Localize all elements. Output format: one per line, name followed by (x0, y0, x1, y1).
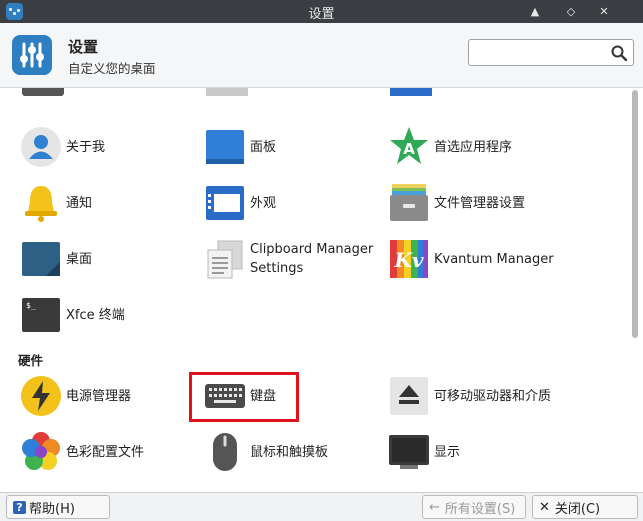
item-color-profiles-label: 色彩配置文件 (66, 444, 145, 460)
bell-icon (20, 182, 62, 224)
section-hardware-heading: 硬件 (18, 353, 44, 368)
item-file-manager-label: 文件管理器设置 (434, 195, 526, 211)
item-kvantum[interactable]: Kv Kvantum Manager (388, 234, 554, 284)
item-desktop-label: 桌面 (66, 251, 93, 267)
star-a-icon: A (388, 126, 430, 168)
item-clipboard-label: Clipboard Manager Settings (250, 242, 374, 276)
vertical-scrollbar[interactable] (630, 88, 640, 492)
item-file-manager[interactable]: 文件管理器设置 (388, 178, 525, 228)
item-notifications[interactable]: 通知 (20, 178, 92, 228)
item-about[interactable]: 关于我 (20, 122, 105, 172)
item-clipboard[interactable]: Clipboard Manager Settings (204, 234, 373, 284)
item-appearance[interactable]: 外观 (204, 178, 276, 228)
help-button-label: 帮助(H) (29, 501, 75, 517)
item-color-profiles[interactable]: 色彩配置文件 (20, 427, 144, 477)
color-flower-icon (20, 431, 62, 473)
clipboard-icon (204, 238, 246, 280)
minimize-button[interactable]: ◇ (560, 2, 582, 21)
item-panel-label: 面板 (250, 139, 277, 155)
page-title: 设置 (68, 38, 99, 56)
workspaces-icon[interactable] (390, 88, 432, 96)
item-removable-label: 可移动驱动器和介质 (434, 388, 552, 404)
scrollbar-thumb[interactable] (632, 90, 638, 338)
maximize-button[interactable]: ▲ (524, 2, 546, 21)
item-panel[interactable]: 面板 (204, 122, 276, 172)
item-display[interactable]: 显示 (388, 427, 460, 477)
window-title: 设置 (308, 7, 335, 22)
item-power[interactable]: 电源管理器 (20, 371, 131, 421)
window-titlebar: 设置 ▲ ◇ ✕ (0, 0, 643, 23)
settings-header: 设置 自定义您的桌面 (0, 23, 643, 88)
panel-icon (204, 126, 246, 168)
page-subtitle: 自定义您的桌面 (68, 61, 156, 76)
svg-text:Kv: Kv (393, 248, 423, 272)
item-preferred-apps-label: 首选应用程序 (434, 139, 513, 155)
all-settings-label: 所有设置(S) (444, 501, 516, 517)
item-notifications-label: 通知 (66, 195, 93, 211)
item-terminal-label: Xfce 终端 (66, 307, 125, 323)
all-settings-button[interactable]: ← 所有设置(S) (422, 495, 526, 519)
window-icon (204, 182, 246, 224)
window-tweaks-icon[interactable] (206, 88, 248, 96)
eject-icon (388, 375, 430, 417)
item-desktop[interactable]: 桌面 (20, 234, 92, 284)
kvantum-icon: Kv (388, 238, 430, 280)
mouse-icon (204, 431, 246, 473)
settings-sliders-icon (12, 35, 52, 75)
svg-text:$_: $_ (26, 301, 36, 310)
drawer-icon (388, 182, 430, 224)
svg-text:A: A (403, 140, 415, 158)
item-terminal[interactable]: $_ Xfce 终端 (20, 290, 125, 340)
item-display-label: 显示 (434, 444, 461, 460)
desktop-icon (20, 238, 62, 280)
item-preferred-apps[interactable]: A 首选应用程序 (388, 122, 512, 172)
terminal-icon: $_ (20, 294, 62, 336)
close-button[interactable]: ✕ 关闭(C) (532, 495, 638, 519)
item-mouse-label: 鼠标和触摸板 (250, 444, 329, 460)
item-mouse[interactable]: 鼠标和触摸板 (204, 427, 328, 477)
keyboard-highlight-box (189, 372, 299, 422)
help-button[interactable]: ? 帮助(H) (6, 495, 110, 519)
item-power-label: 电源管理器 (66, 388, 132, 404)
search-icon[interactable] (611, 45, 627, 61)
back-arrow-icon: ← (429, 499, 440, 515)
close-window-button[interactable]: ✕ (593, 2, 615, 21)
close-button-label: 关闭(C) (554, 501, 601, 517)
lightning-icon (20, 375, 62, 417)
user-icon (20, 126, 62, 168)
footer-bar: ? 帮助(H) ← 所有设置(S) ✕ 关闭(C) (0, 492, 643, 521)
help-icon: ? (13, 500, 26, 514)
item-removable[interactable]: 可移动驱动器和介质 (388, 371, 551, 421)
monitor-icon (388, 431, 430, 473)
search-input[interactable] (468, 39, 634, 66)
item-appearance-label: 外观 (250, 195, 277, 211)
item-about-label: 关于我 (66, 139, 106, 155)
item-kvantum-label: Kvantum Manager (434, 251, 554, 267)
window-manager-icon[interactable] (22, 88, 64, 96)
close-x-icon: ✕ (539, 499, 550, 515)
settings-grid: 关于我 面板 A 首选应用程序 通知 外观 文件管理器设置 桌面 Clipboa… (8, 88, 631, 492)
